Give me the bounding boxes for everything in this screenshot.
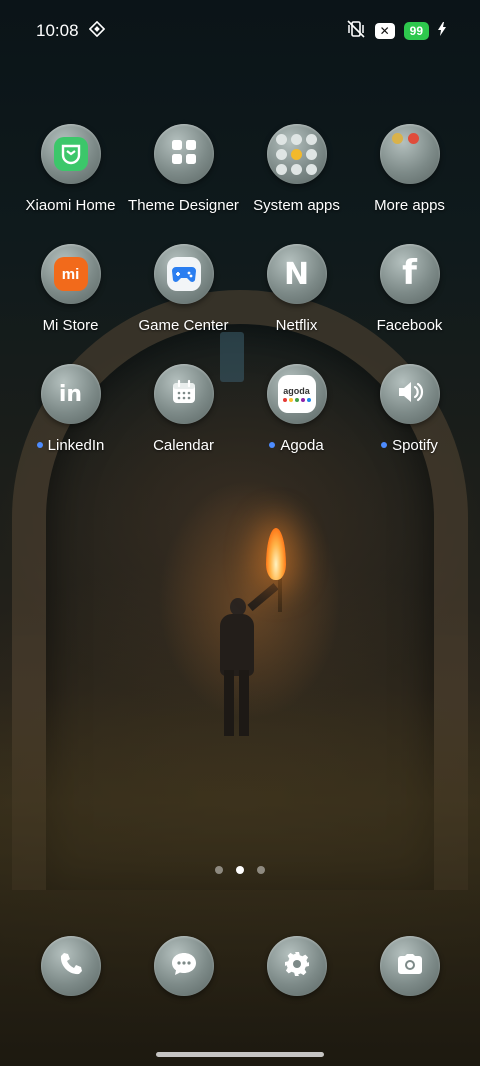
app-netflix[interactable]: N Netflix bbox=[240, 244, 353, 334]
wallpaper-ground bbox=[0, 690, 480, 1066]
new-indicator-dot bbox=[381, 442, 388, 448]
settings-gear-icon bbox=[283, 950, 311, 983]
app-label: Spotify bbox=[392, 436, 438, 454]
app-label: Calendar bbox=[153, 436, 214, 454]
new-indicator-dot bbox=[36, 442, 43, 448]
page-indicator bbox=[0, 866, 480, 874]
network-diamond-icon bbox=[88, 20, 105, 42]
folder-icon bbox=[276, 133, 317, 175]
app-label: Theme Designer bbox=[128, 196, 239, 214]
facebook-icon: f bbox=[402, 253, 417, 293]
battery-icon: 99 bbox=[403, 22, 429, 40]
calendar-icon bbox=[171, 379, 197, 410]
camera-icon bbox=[397, 952, 423, 981]
dock-phone[interactable] bbox=[14, 936, 127, 996]
app-game-center[interactable]: Game Center bbox=[127, 244, 240, 334]
status-bar: 10:08 ✕ 99 bbox=[0, 0, 480, 62]
xiaomi-home-icon bbox=[53, 137, 88, 171]
app-label: System apps bbox=[253, 196, 340, 214]
mi-store-icon: mi bbox=[53, 257, 88, 291]
app-label: More apps bbox=[374, 196, 445, 214]
app-xiaomi-home[interactable]: Xiaomi Home bbox=[14, 124, 127, 214]
app-theme-designer[interactable]: Theme Designer bbox=[127, 124, 240, 214]
app-label: Agoda bbox=[280, 436, 324, 454]
dock-camera[interactable] bbox=[353, 936, 466, 996]
linkedin-icon: in bbox=[58, 381, 83, 407]
dock-settings[interactable] bbox=[240, 936, 353, 996]
dock bbox=[14, 936, 466, 996]
home-gesture-bar[interactable] bbox=[156, 1052, 324, 1057]
app-grid: Xiaomi Home Theme Designer System apps M… bbox=[14, 124, 466, 454]
page-dot-2-active[interactable] bbox=[236, 866, 244, 874]
messages-icon bbox=[170, 951, 198, 982]
app-label: Game Center bbox=[138, 316, 229, 334]
app-label: LinkedIn bbox=[47, 436, 105, 454]
wallpaper-torch-stick bbox=[278, 578, 282, 612]
app-mi-store[interactable]: mi Mi Store bbox=[14, 244, 127, 334]
agoda-icon: agoda bbox=[277, 375, 316, 413]
app-agoda[interactable]: agoda Agoda bbox=[240, 364, 353, 454]
folder-icon bbox=[391, 133, 419, 144]
app-label: Mi Store bbox=[42, 316, 99, 334]
page-dot-1[interactable] bbox=[215, 866, 223, 874]
app-label: Netflix bbox=[275, 316, 318, 334]
netflix-icon: N bbox=[283, 256, 310, 292]
dock-messages[interactable] bbox=[127, 936, 240, 996]
grid-squares-icon bbox=[170, 138, 198, 171]
wallpaper-figure bbox=[212, 598, 260, 738]
folder-system-apps[interactable]: System apps bbox=[240, 124, 353, 214]
app-facebook[interactable]: f Facebook bbox=[353, 244, 466, 334]
new-indicator-dot bbox=[269, 442, 276, 448]
charging-bolt-icon bbox=[438, 21, 446, 41]
speaker-icon bbox=[396, 379, 424, 410]
folder-more-apps[interactable]: More apps bbox=[353, 124, 466, 214]
page-dot-3[interactable] bbox=[257, 866, 265, 874]
mute-vibrate-icon bbox=[346, 19, 366, 43]
gamepad-icon bbox=[166, 257, 201, 291]
clock: 10:08 bbox=[36, 21, 79, 40]
app-linkedin[interactable]: in LinkedIn bbox=[14, 364, 127, 454]
app-label: Xiaomi Home bbox=[25, 196, 116, 214]
app-spotify[interactable]: Spotify bbox=[353, 364, 466, 454]
x-badge-icon: ✕ bbox=[374, 23, 395, 39]
app-calendar[interactable]: Calendar bbox=[127, 364, 240, 454]
app-label: Facebook bbox=[376, 316, 443, 334]
phone-icon bbox=[58, 951, 84, 982]
